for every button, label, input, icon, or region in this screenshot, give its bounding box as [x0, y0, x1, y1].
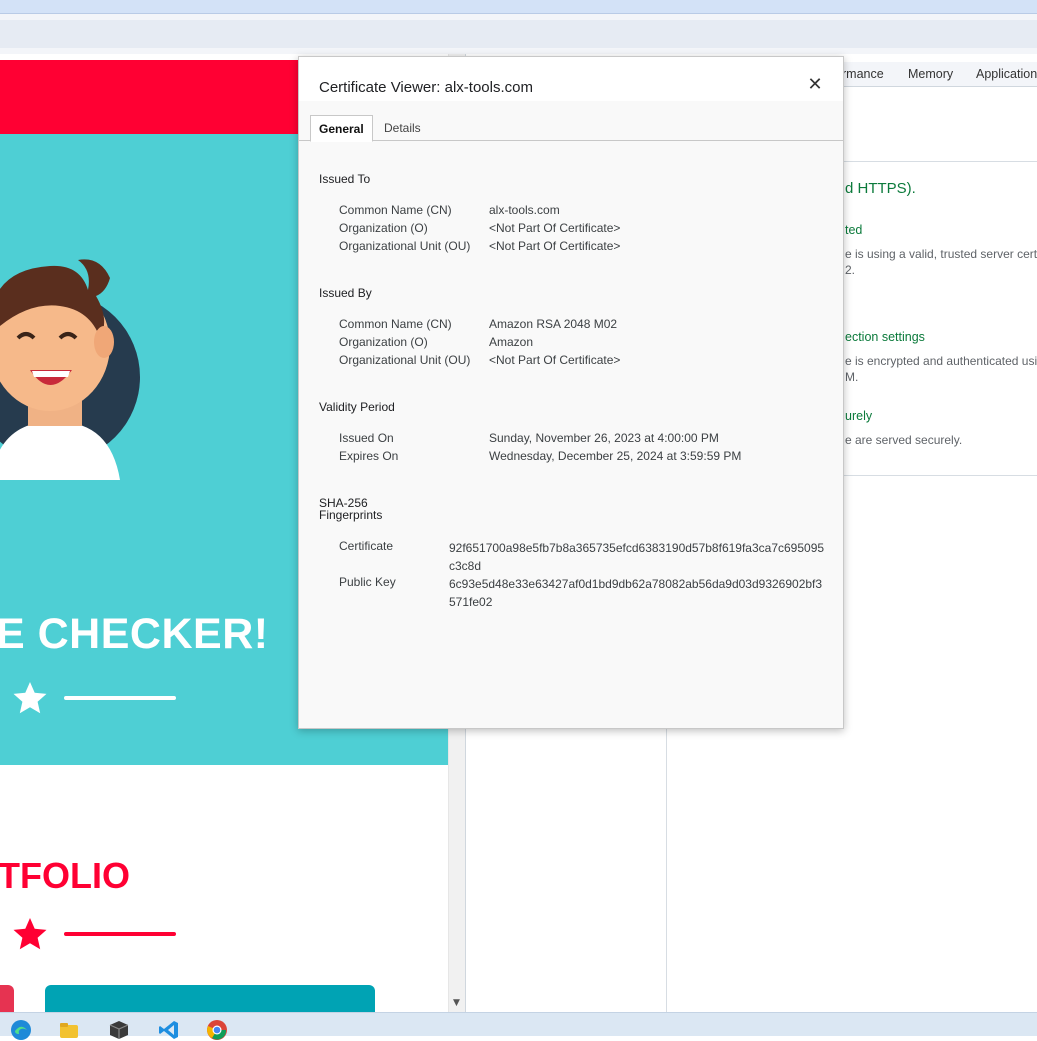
field-label: Issued On	[339, 431, 394, 445]
window-title-strip	[0, 0, 1037, 14]
field-label: Organizational Unit (OU)	[339, 353, 471, 367]
dialog-title: Certificate Viewer: alx-tools.com	[319, 79, 533, 96]
issued-by-ou-row: Organizational Unit (OU) <Not Part Of Ce…	[339, 353, 829, 371]
file-explorer-icon[interactable]	[58, 1019, 80, 1041]
field-label: Common Name (CN)	[339, 203, 452, 217]
chrome-icon[interactable]	[206, 1019, 228, 1041]
hero-title: E CHECKER!	[0, 610, 269, 658]
tab-details[interactable]: Details	[376, 115, 429, 141]
devtools-tab-application[interactable]: Application	[976, 67, 1037, 81]
field-value: <Not Part Of Certificate>	[489, 353, 621, 367]
field-value: Amazon RSA 2048 M02	[489, 317, 618, 331]
field-label: Organization (O)	[339, 335, 428, 349]
resources-status-desc: e are served securely.	[845, 433, 963, 447]
devtools-tab-memory[interactable]: Memory	[908, 67, 953, 81]
toolbar-bar	[0, 20, 1037, 48]
edge-icon[interactable]	[10, 1019, 32, 1041]
field-value: <Not Part Of Certificate>	[489, 221, 621, 235]
scroll-down-icon[interactable]: ▼	[453, 998, 460, 1008]
field-label: Public Key	[339, 575, 396, 589]
portfolio-card[interactable]	[0, 985, 14, 1012]
certificate-viewer-dialog: Certificate Viewer: alx-tools.com ✕ Gene…	[298, 56, 844, 729]
field-value: Amazon	[489, 335, 534, 349]
close-icon[interactable]: ✕	[806, 76, 824, 94]
field-value: 92f651700a98e5fb7b8a365735efcd6383190d57…	[449, 541, 825, 573]
security-headline: d HTTPS).	[845, 180, 916, 197]
issued-to-ou-row: Organizational Unit (OU) <Not Part Of Ce…	[339, 239, 829, 257]
certificate-status-title: ted	[845, 223, 863, 237]
avatar-illustration	[0, 259, 140, 480]
field-label: Expires On	[339, 449, 399, 463]
connection-status-title: ection settings	[845, 330, 925, 344]
field-label: Certificate	[339, 539, 394, 553]
issued-to-heading: Issued To	[319, 172, 371, 186]
field-label: Organization (O)	[339, 221, 428, 235]
issued-to-cn-row: Common Name (CN) alx-tools.com	[339, 203, 829, 221]
vscode-icon[interactable]	[158, 1019, 180, 1041]
portfolio-card[interactable]	[45, 985, 375, 1012]
tab-general[interactable]: General	[310, 115, 373, 142]
field-value: alx-tools.com	[489, 203, 560, 217]
field-value: 6c93e5d48e33e63427af0d1bd9db62a78082ab56…	[449, 577, 823, 609]
devtools-tab-performance[interactable]: rmance	[842, 67, 884, 81]
dialog-tabbar: General Details	[299, 115, 843, 142]
expires-on-row: Expires On Wednesday, December 25, 2024 …	[339, 449, 829, 467]
dialog-header: Certificate Viewer: alx-tools.com ✕	[299, 57, 843, 101]
issued-by-o-row: Organization (O) Amazon	[339, 335, 829, 353]
portfolio-star-divider	[13, 918, 176, 950]
public-key-fingerprint-row: Public Key 6c93e5d48e33e63427af0d1bd9db6…	[339, 575, 829, 611]
portfolio-title: TFOLIO	[0, 855, 130, 896]
browser-toolbar	[0, 14, 1037, 54]
field-label: Organizational Unit (OU)	[339, 239, 471, 253]
field-value: Sunday, November 26, 2023 at 4:00:00 PM	[489, 431, 719, 445]
field-value: Wednesday, December 25, 2024 at 3:59:59 …	[489, 449, 742, 463]
package-icon[interactable]	[108, 1019, 130, 1041]
fingerprints-heading: Fingerprints	[319, 508, 383, 522]
certificate-status-desc: e is using a valid, trusted server certi…	[845, 247, 1037, 261]
hero-star-divider	[13, 682, 176, 714]
connection-status-desc: e is encrypted and authenticated usin	[845, 354, 1037, 368]
validity-heading: Validity Period	[319, 400, 395, 414]
certificate-fingerprint-row: Certificate 92f651700a98e5fb7b8a365735ef…	[339, 539, 829, 575]
resources-status-title: urely	[845, 409, 873, 423]
certificate-status-desc: 2.	[845, 263, 856, 277]
field-value: <Not Part Of Certificate>	[489, 239, 621, 253]
issued-to-o-row: Organization (O) <Not Part Of Certificat…	[339, 221, 829, 239]
taskbar	[0, 1012, 1037, 1040]
connection-status-desc: M.	[845, 370, 859, 384]
issued-by-cn-row: Common Name (CN) Amazon RSA 2048 M02	[339, 317, 829, 335]
issued-by-heading: Issued By	[319, 286, 372, 300]
issued-on-row: Issued On Sunday, November 26, 2023 at 4…	[339, 431, 829, 449]
field-label: Common Name (CN)	[339, 317, 452, 331]
